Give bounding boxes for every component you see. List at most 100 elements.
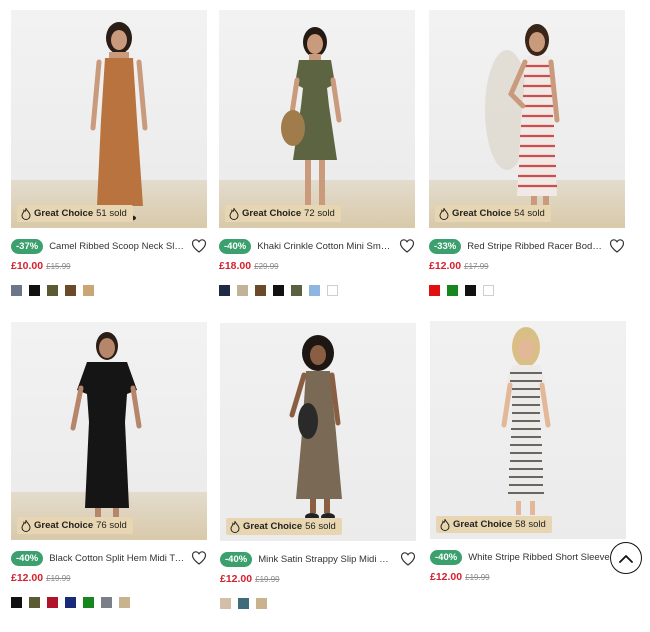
- model-figure: [90, 22, 148, 221]
- colour-swatch[interactable]: [101, 597, 112, 608]
- colour-swatch[interactable]: [237, 285, 248, 296]
- product-card[interactable]: Great Choice 56 sold -40% Mink Satin Str…: [220, 323, 416, 609]
- badge-label: Great Choice: [243, 521, 303, 532]
- colour-swatch[interactable]: [65, 597, 76, 608]
- badge-label: Great Choice: [453, 519, 513, 530]
- product-image[interactable]: Great Choice 72 sold: [219, 10, 415, 228]
- current-price: £12.00: [11, 572, 44, 584]
- colour-swatch[interactable]: [429, 285, 440, 296]
- product-card[interactable]: Great Choice 51 sold -37% Camel Ribbed S…: [11, 10, 207, 296]
- flame-icon: [230, 520, 240, 533]
- colour-swatch[interactable]: [29, 285, 40, 296]
- product-image[interactable]: Great Choice 76 sold: [11, 322, 207, 540]
- great-choice-badge: Great Choice 56 sold: [226, 518, 342, 535]
- model-figure: [289, 335, 342, 521]
- flame-icon: [21, 207, 31, 220]
- colour-swatches: [220, 598, 416, 609]
- colour-swatch[interactable]: [291, 285, 302, 296]
- flame-icon: [440, 518, 450, 531]
- product-name[interactable]: Khaki Crinkle Cotton Mini Smock Dress: [257, 241, 393, 252]
- original-price: £19.99: [46, 574, 71, 583]
- colour-swatch[interactable]: [83, 597, 94, 608]
- great-choice-badge: Great Choice 58 sold: [436, 516, 552, 533]
- scroll-to-top-button[interactable]: [610, 542, 642, 574]
- product-card[interactable]: Great Choice 54 sold -33% Red Stripe Rib…: [429, 10, 625, 296]
- colour-swatch[interactable]: [47, 597, 58, 608]
- sold-count: 54 sold: [514, 208, 545, 219]
- product-image[interactable]: Great Choice 58 sold: [430, 321, 626, 539]
- flame-icon: [229, 207, 239, 220]
- discount-badge: -37%: [11, 238, 44, 254]
- sold-count: 51 sold: [96, 208, 127, 219]
- colour-swatch[interactable]: [447, 285, 458, 296]
- wishlist-heart-icon[interactable]: [399, 238, 415, 254]
- product-name[interactable]: Black Cotton Split Hem Midi T-Shirt Dres…: [49, 553, 185, 564]
- product-name[interactable]: Red Stripe Ribbed Racer Bodycon Midi Dre…: [467, 241, 603, 252]
- product-card[interactable]: Great Choice 58 sold -40% White Stripe R…: [430, 321, 626, 596]
- colour-swatch[interactable]: [83, 285, 94, 296]
- wishlist-heart-icon[interactable]: [400, 551, 416, 567]
- current-price: £12.00: [430, 571, 463, 583]
- product-name[interactable]: White Stripe Ribbed Short Sleeve Midi Dr…: [468, 552, 626, 563]
- discount-badge: -33%: [429, 238, 462, 254]
- discount-badge: -40%: [11, 550, 44, 566]
- current-price: £18.00: [219, 260, 252, 272]
- sold-count: 72 sold: [304, 208, 335, 219]
- colour-swatch[interactable]: [483, 285, 494, 296]
- badge-label: Great Choice: [34, 208, 94, 219]
- colour-swatch[interactable]: [219, 285, 230, 296]
- discount-badge: -40%: [219, 238, 252, 254]
- colour-swatch[interactable]: [238, 598, 249, 609]
- flame-icon: [21, 519, 31, 532]
- sold-count: 58 sold: [515, 519, 546, 530]
- badge-label: Great Choice: [242, 208, 302, 219]
- colour-swatch[interactable]: [273, 285, 284, 296]
- colour-swatch[interactable]: [119, 597, 130, 608]
- original-price: £19.99: [255, 575, 280, 584]
- colour-swatch[interactable]: [47, 285, 58, 296]
- product-card[interactable]: Great Choice 76 sold -40% Black Cotton S…: [11, 322, 207, 608]
- product-card[interactable]: Great Choice 72 sold -40% Khaki Crinkle …: [219, 10, 415, 296]
- colour-swatch[interactable]: [11, 597, 22, 608]
- badge-label: Great Choice: [34, 520, 94, 531]
- sold-count: 56 sold: [305, 521, 336, 532]
- badge-label: Great Choice: [452, 208, 512, 219]
- wishlist-heart-icon[interactable]: [191, 550, 207, 566]
- model-figure: [501, 327, 551, 515]
- current-price: £10.00: [11, 260, 44, 272]
- colour-swatches: [219, 285, 415, 296]
- original-price: £15.99: [46, 262, 71, 271]
- colour-swatch[interactable]: [309, 285, 320, 296]
- original-price: £17.99: [464, 262, 489, 271]
- wishlist-heart-icon[interactable]: [191, 238, 207, 254]
- colour-swatches: [429, 285, 625, 296]
- chevron-up-icon: [619, 554, 633, 563]
- colour-swatch[interactable]: [255, 285, 266, 296]
- wishlist-heart-icon[interactable]: [609, 238, 625, 254]
- discount-badge: -40%: [430, 549, 463, 565]
- great-choice-badge: Great Choice 51 sold: [17, 205, 133, 222]
- colour-swatch[interactable]: [220, 598, 231, 609]
- colour-swatch[interactable]: [65, 285, 76, 296]
- product-image[interactable]: Great Choice 54 sold: [429, 10, 625, 228]
- model-figure: [485, 24, 560, 212]
- colour-swatch[interactable]: [29, 597, 40, 608]
- flame-icon: [439, 207, 449, 220]
- colour-swatch[interactable]: [11, 285, 22, 296]
- product-name[interactable]: Camel Ribbed Scoop Neck Sleeveless Maxi …: [49, 241, 185, 252]
- model-figure: [70, 332, 142, 530]
- colour-swatches: [11, 597, 207, 608]
- model-figure: [281, 27, 342, 215]
- product-image[interactable]: Great Choice 51 sold: [11, 10, 207, 228]
- current-price: £12.00: [220, 573, 253, 585]
- product-name[interactable]: Mink Satin Strappy Slip Midi Dress: [258, 554, 394, 565]
- original-price: £29.99: [254, 262, 279, 271]
- product-image[interactable]: Great Choice 56 sold: [220, 323, 416, 541]
- colour-swatch[interactable]: [256, 598, 267, 609]
- colour-swatch[interactable]: [327, 285, 338, 296]
- great-choice-badge: Great Choice 72 sold: [225, 205, 341, 222]
- original-price: £19.99: [465, 573, 490, 582]
- colour-swatch[interactable]: [465, 285, 476, 296]
- discount-badge: -40%: [220, 551, 253, 567]
- current-price: £12.00: [429, 260, 462, 272]
